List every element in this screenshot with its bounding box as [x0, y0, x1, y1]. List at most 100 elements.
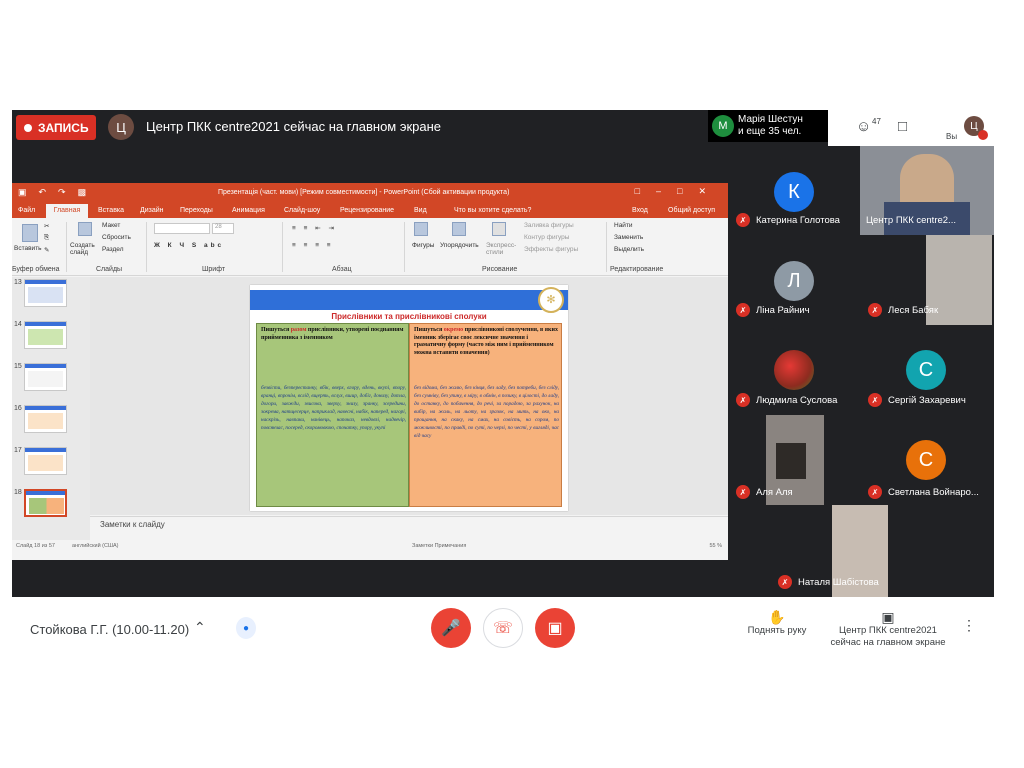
thumb-number: 16 — [14, 405, 22, 412]
thumb-bar — [25, 406, 66, 410]
slide-column-separate: Пишуться окремо прислівникові сполучення… — [409, 323, 562, 507]
shape-effects-button[interactable]: Эффекты фигуры — [524, 246, 578, 253]
mic-off-icon: ✗ — [736, 213, 750, 227]
shape-outline-button[interactable]: Контур фигуры — [524, 234, 569, 241]
cut-icon[interactable]: ✂ — [44, 222, 49, 230]
slide-thumbnail[interactable] — [24, 321, 67, 349]
participant-tile[interactable]: ✗ Леся Бабяк — [860, 235, 994, 325]
record-dot-icon — [24, 123, 32, 132]
tell-me-search[interactable]: Что вы хотите сделать? — [454, 207, 531, 214]
ribbon-separator — [146, 222, 147, 272]
slide-thumbnail[interactable] — [24, 363, 67, 391]
slide-thumbnail[interactable] — [24, 447, 67, 475]
zoom-level[interactable]: 55 % — [709, 543, 722, 549]
select-button[interactable]: Выделить — [614, 246, 644, 253]
ppt-status-bar: Слайд 18 из 57 английский (США) Заметки … — [12, 540, 728, 552]
participant-name: Наталя Шабістова — [798, 577, 879, 588]
camera-off-icon: ▣ — [547, 620, 563, 637]
thumb-bar — [25, 280, 66, 284]
reset-button[interactable]: Сбросить — [102, 234, 131, 241]
people-icon[interactable]: ☺ — [856, 118, 871, 135]
new-slide-label[interactable]: Создать слайд — [70, 242, 100, 256]
column-examples: безвісти, безперестанку, вбік, вверх, вг… — [261, 385, 406, 431]
group-slides: Слайды — [96, 266, 123, 273]
new-slide-icon[interactable] — [78, 222, 92, 236]
replace-button[interactable]: Заменить — [614, 234, 643, 241]
thumb-content — [28, 455, 63, 471]
participant-avatar: К — [774, 172, 814, 212]
tab-home[interactable]: Главная — [46, 204, 88, 218]
format-painter-icon[interactable]: ✎ — [44, 246, 49, 254]
quick-styles-icon[interactable] — [492, 222, 506, 236]
tab-slideshow[interactable]: Слайд-шоу — [284, 207, 320, 214]
mic-off-icon: ✗ — [778, 575, 792, 589]
shapes-icon[interactable] — [414, 222, 428, 236]
slide-thumbnail[interactable] — [24, 279, 67, 307]
pinned-participants[interactable]: М Марія Шестун и еще 35 чел. — [708, 110, 828, 142]
paste-icon[interactable] — [22, 224, 38, 242]
end-call-button[interactable]: ☏ — [483, 608, 523, 648]
layout-button[interactable]: Макет — [102, 222, 120, 229]
find-button[interactable]: Найти — [614, 222, 633, 229]
chevron-up-icon[interactable]: ⌃ — [194, 619, 206, 636]
align-icons[interactable]: ≡ ≡ ≡ ≡ — [292, 242, 334, 249]
tab-animation[interactable]: Анимация — [232, 207, 265, 214]
meeting-title[interactable]: Стойкова Г.Г. (10.00-11.20) — [30, 622, 189, 637]
participant-tile[interactable]: С ✗ Светлана Войнаро... — [860, 415, 994, 505]
notes-comments-toggle[interactable]: Заметки Примечания — [412, 543, 466, 549]
recording-badge[interactable]: ЗАПИСЬ — [16, 115, 96, 140]
mic-toggle-button[interactable]: 🎤 — [431, 608, 471, 648]
hand-icon: ✋ — [768, 609, 786, 625]
slide-canvas: ✻ Прислівники та прислівникові сполуки П… — [90, 277, 728, 515]
slide-thumbnail[interactable] — [24, 405, 67, 433]
quick-styles-label[interactable]: Экспресс-стили — [486, 242, 522, 256]
thumbnail-scrollbar[interactable] — [82, 277, 90, 540]
participant-tile[interactable]: С ✗ Сергій Захаревич — [860, 325, 994, 415]
shapes-label[interactable]: Фигуры — [412, 242, 434, 249]
pinned-name-2: и еще 35 чел. — [738, 126, 802, 137]
thumb-content — [28, 371, 63, 387]
sign-in-link[interactable]: Вход — [632, 207, 648, 214]
copy-icon[interactable]: ⎘ — [44, 234, 49, 242]
heading-highlight: разом — [290, 327, 307, 333]
font-format-icons[interactable]: Ж К Ч S abc — [154, 242, 224, 249]
share-button[interactable]: Общий доступ — [668, 207, 715, 214]
language-status: английский (США) — [72, 543, 119, 549]
participant-tile[interactable]: Центр ПКК centre2... — [860, 146, 994, 235]
tab-review[interactable]: Рецензирование — [340, 207, 394, 214]
ppt-tab-bar: Файл Главная Вставка Дизайн Переходы Ани… — [12, 202, 728, 218]
section-button[interactable]: Раздел — [102, 246, 123, 253]
presenting-button[interactable]: ▣ Центр ПКК centre2021 сейчас на главном… — [824, 610, 952, 649]
shape-fill-button[interactable]: Заливка фигуры — [524, 222, 574, 229]
list-icons[interactable]: ≡ ≡ ⇤ ⇥ — [292, 224, 337, 232]
participant-avatar: Л — [774, 261, 814, 301]
thumb-content — [28, 413, 63, 429]
font-name-input[interactable] — [154, 223, 210, 234]
participant-tile[interactable]: ✗ Людмила Суслова — [728, 325, 860, 415]
participant-tile[interactable]: К ✗ Катерина Голотова — [728, 146, 860, 235]
chat-icon[interactable]: □ — [898, 118, 907, 135]
font-size-input[interactable]: 28 — [212, 223, 234, 234]
paste-label[interactable]: Вставить — [14, 245, 42, 252]
mic-off-icon: ✗ — [868, 485, 882, 499]
more-options-icon[interactable]: ⋮ — [962, 617, 976, 634]
tab-design[interactable]: Дизайн — [140, 207, 164, 214]
current-slide[interactable]: ✻ Прислівники та прислівникові сполуки П… — [250, 285, 568, 511]
participant-tile[interactable]: ✗ Наталя Шабістова — [770, 505, 904, 597]
arrange-icon[interactable] — [452, 222, 466, 236]
tab-file[interactable]: Файл — [18, 207, 35, 214]
tab-view[interactable]: Вид — [414, 207, 427, 214]
window-controls-icon[interactable]: □–□✕ — [635, 186, 722, 197]
tab-transitions[interactable]: Переходы — [180, 207, 213, 214]
quick-access-icons[interactable]: ▣↶↷▩ — [18, 187, 98, 198]
participant-tile[interactable]: ✗ Аля Аля — [728, 415, 860, 505]
participant-tile[interactable]: Л ✗ Ліна Райнич — [728, 235, 860, 325]
mic-off-icon: ✗ — [736, 303, 750, 317]
slide-thumbnail-selected[interactable] — [24, 489, 67, 517]
raise-hand-button[interactable]: ✋ Поднять руку — [742, 609, 812, 637]
notes-pane[interactable]: Заметки к слайду — [90, 516, 728, 532]
tab-insert[interactable]: Вставка — [98, 207, 124, 214]
arrange-label[interactable]: Упорядочить — [440, 242, 479, 249]
camera-toggle-button[interactable]: ▣ — [535, 608, 575, 648]
shield-icon[interactable]: ● — [236, 617, 256, 639]
